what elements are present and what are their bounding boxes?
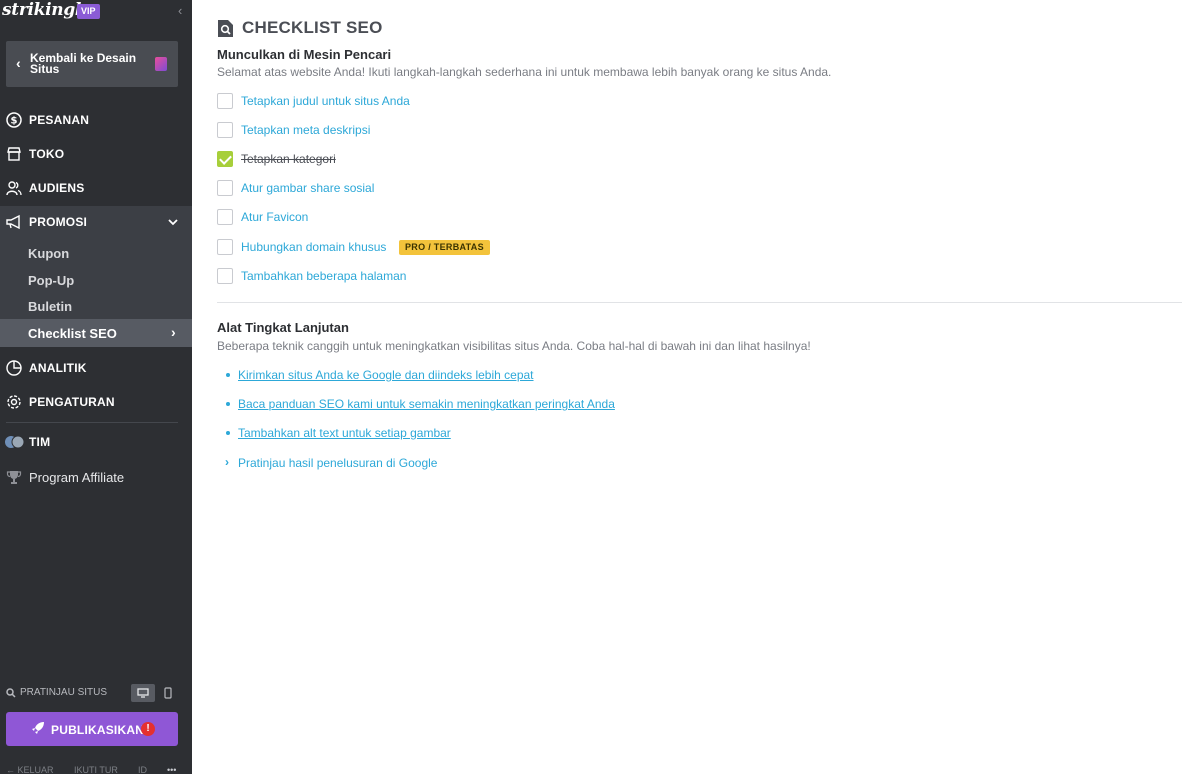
svg-text:$: $ bbox=[11, 116, 18, 127]
sub-nav-coupon[interactable]: Kupon bbox=[28, 246, 69, 261]
dollar-circle-icon: $ bbox=[6, 112, 22, 128]
desktop-preview-button[interactable] bbox=[131, 684, 155, 702]
nav-store-label: TOKO bbox=[29, 147, 65, 161]
pro-limited-badge: PRO / TERBATAS bbox=[399, 240, 490, 255]
sidebar: strikingly VIP ‹ ‹ Kembali ke Desain Sit… bbox=[0, 0, 192, 774]
advanced-link[interactable]: Baca panduan SEO kami untuk semakin meni… bbox=[238, 397, 615, 411]
checkbox[interactable] bbox=[217, 93, 233, 109]
desktop-icon bbox=[137, 688, 149, 698]
sidebar-divider bbox=[6, 422, 178, 423]
sub-nav-popup[interactable]: Pop-Up bbox=[28, 273, 74, 288]
checklist-item-label[interactable]: Atur gambar share sosial bbox=[241, 181, 374, 195]
checklist-item-label[interactable]: Tambahkan beberapa halaman bbox=[241, 269, 406, 283]
bullet bbox=[226, 402, 230, 406]
nav-audience-label: AUDIENS bbox=[29, 181, 85, 195]
nav-affiliate[interactable]: Program Affiliate bbox=[0, 461, 192, 493]
nav-team-label: TIM bbox=[29, 435, 51, 449]
nav-orders-label: PESANAN bbox=[29, 113, 90, 127]
language-link[interactable]: ID bbox=[138, 765, 147, 774]
checklist-item-label[interactable]: Tetapkan meta deskripsi bbox=[241, 123, 370, 137]
nav-settings-label: PENGATURAN bbox=[29, 395, 115, 409]
sidebar-footer: ← KELUAR IKUTI TUR ID ••• bbox=[0, 762, 192, 774]
site-design-icon bbox=[155, 57, 167, 71]
mobile-icon bbox=[164, 687, 172, 699]
advanced-link[interactable]: Tambahkan alt text untuk setiap gambar bbox=[238, 426, 451, 440]
chevron-right-icon: › bbox=[225, 455, 229, 469]
advanced-tools-section-title: Alat Tingkat Lanjutan bbox=[217, 320, 349, 335]
checkbox[interactable] bbox=[217, 180, 233, 196]
team-avatars-icon bbox=[5, 435, 25, 449]
site-preview-label[interactable]: PRATINJAU SITUS bbox=[20, 687, 107, 698]
site-preview-row: PRATINJAU SITUS bbox=[0, 682, 192, 704]
search-engine-section-desc: Selamat atas website Anda! Ikuti langkah… bbox=[217, 65, 832, 79]
sub-nav-seo-checklist-label: Checklist SEO bbox=[28, 326, 117, 341]
nav-team[interactable]: TIM bbox=[0, 426, 192, 458]
chevron-down-icon bbox=[168, 219, 178, 226]
seo-search-icon bbox=[218, 20, 233, 37]
exit-label: KELUAR bbox=[17, 765, 54, 774]
checklist-item-label[interactable]: Hubungkan domain khusus bbox=[241, 240, 386, 254]
checkbox[interactable] bbox=[217, 209, 233, 225]
advanced-tools-section-desc: Beberapa teknik canggih untuk meningkatk… bbox=[217, 339, 811, 353]
nav-analytics-label: ANALITIK bbox=[29, 361, 87, 375]
promotion-group: PROMOSI Kupon Pop-Up Buletin Checklist S… bbox=[0, 206, 192, 347]
google-preview-label[interactable]: Pratinjau hasil penelusuran di Google bbox=[238, 456, 437, 470]
checkbox-checked[interactable] bbox=[217, 151, 233, 167]
pie-chart-icon bbox=[6, 360, 22, 376]
collapse-sidebar-icon[interactable]: ‹ bbox=[178, 4, 190, 18]
search-engine-section-title: Munculkan di Mesin Pencari bbox=[217, 47, 392, 62]
mobile-preview-button[interactable] bbox=[156, 684, 180, 702]
rocket-icon bbox=[32, 722, 44, 734]
nav-audience[interactable]: AUDIENS bbox=[0, 172, 192, 204]
sub-nav-newsletter[interactable]: Buletin bbox=[28, 299, 72, 314]
more-options-icon[interactable]: ••• bbox=[167, 765, 176, 774]
nav-orders[interactable]: $ PESANAN bbox=[0, 104, 192, 136]
publish-alert-badge: ! bbox=[141, 722, 155, 736]
sub-nav-seo-checklist[interactable]: Checklist SEO › bbox=[0, 319, 192, 347]
main-content: CHECKLIST SEO Munculkan di Mesin Pencari… bbox=[192, 0, 1200, 774]
logo-row: strikingly VIP ‹ bbox=[0, 0, 192, 26]
store-icon bbox=[7, 147, 21, 161]
section-divider bbox=[217, 302, 1182, 303]
nav-promotion[interactable]: PROMOSI bbox=[0, 206, 192, 238]
users-icon bbox=[6, 181, 22, 196]
nav-analytics[interactable]: ANALITIK bbox=[0, 352, 192, 384]
bullet bbox=[226, 373, 230, 377]
bullet bbox=[226, 431, 230, 435]
checklist-item-label[interactable]: Tetapkan kategori bbox=[241, 152, 336, 166]
search-icon bbox=[6, 688, 16, 698]
vip-badge: VIP bbox=[77, 4, 100, 19]
chevron-right-icon: › bbox=[171, 324, 176, 340]
tour-link[interactable]: IKUTI TUR bbox=[74, 765, 118, 774]
publish-button[interactable]: PUBLIKASIKAN ! bbox=[6, 712, 178, 746]
page-title: CHECKLIST SEO bbox=[242, 18, 383, 37]
nav-store[interactable]: TOKO bbox=[0, 138, 192, 170]
gear-icon bbox=[7, 395, 21, 409]
checkbox[interactable] bbox=[217, 239, 233, 255]
checkbox[interactable] bbox=[217, 122, 233, 138]
back-button-label: Kembali ke Desain Situs bbox=[30, 51, 137, 76]
checklist-item-label[interactable]: Atur Favicon bbox=[241, 210, 308, 224]
checkbox[interactable] bbox=[217, 268, 233, 284]
chevron-left-icon: ‹ bbox=[16, 55, 21, 71]
megaphone-icon bbox=[6, 214, 20, 230]
nav-affiliate-label: Program Affiliate bbox=[29, 470, 125, 485]
trophy-icon bbox=[6, 471, 22, 484]
exit-link[interactable]: ← KELUAR bbox=[6, 765, 54, 774]
nav-promotion-label: PROMOSI bbox=[29, 215, 88, 229]
advanced-link[interactable]: Kirimkan situs Anda ke Google dan diinde… bbox=[238, 368, 534, 382]
back-to-design-button[interactable]: ‹ Kembali ke Desain Situs bbox=[6, 41, 178, 87]
app: strikingly VIP ‹ ‹ Kembali ke Desain Sit… bbox=[0, 0, 1200, 774]
checklist-item-label[interactable]: Tetapkan judul untuk situs Anda bbox=[241, 94, 410, 108]
publish-button-label: PUBLIKASIKAN bbox=[51, 723, 145, 737]
nav-settings[interactable]: PENGATURAN bbox=[0, 386, 192, 418]
